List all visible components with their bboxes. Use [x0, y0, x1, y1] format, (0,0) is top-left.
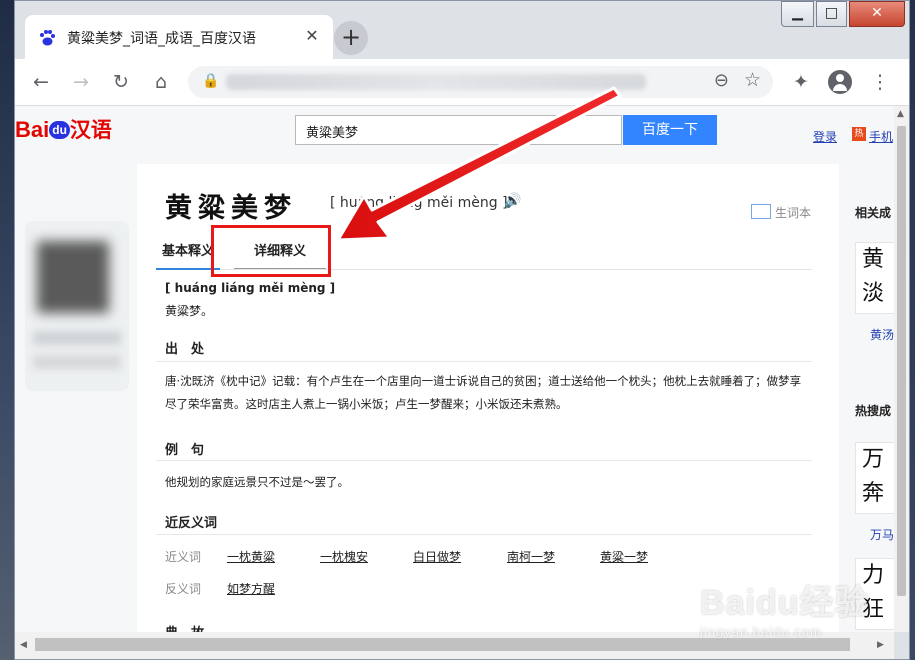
scroll-up-icon[interactable]: ▲: [897, 109, 904, 119]
horizontal-scroll-thumb[interactable]: [35, 638, 850, 651]
antonym-label: 反义词: [165, 582, 202, 596]
logo-hanyu: 汉语: [69, 119, 112, 142]
card-char: 黄: [862, 247, 885, 272]
blurred-text: [33, 355, 121, 369]
idiom-card[interactable]: 黄 淡: [855, 242, 894, 314]
related-heading: 近反义词: [165, 516, 218, 531]
card-char: 万: [862, 447, 885, 472]
forward-icon[interactable]: →: [67, 68, 95, 96]
search-button[interactable]: 百度一下: [623, 115, 717, 145]
extensions-puzzle-icon[interactable]: ✦: [787, 68, 815, 96]
entry-word: 黄粱美梦: [165, 193, 297, 224]
antonym-link[interactable]: 如梦方醒: [227, 580, 275, 597]
blurred-url: [226, 74, 646, 90]
idiom-link[interactable]: 黄汤: [870, 326, 894, 343]
synonym-link[interactable]: 一枕槐安: [320, 548, 368, 565]
tab-title: 黄粱美梦_词语_成语_百度汉语: [67, 31, 256, 47]
add-vocab-label: 生词本: [775, 206, 812, 220]
login-link[interactable]: 登录: [813, 128, 837, 145]
baidu-paw-icon: [40, 30, 55, 46]
tab-strip: 黄粱美梦_词语_成语_百度汉语 ✕ + ▁ □ ✕: [15, 1, 909, 59]
close-window-button[interactable]: ✕: [849, 1, 905, 27]
browser-toolbar: ← → ↻ ⌂ 🔒 ⊖ ☆ ✦ ⋮: [15, 59, 909, 106]
idiom-card[interactable]: 万 奔: [855, 442, 894, 514]
scroll-left-icon[interactable]: ◀: [20, 640, 27, 650]
hot-badge-icon: 热: [852, 127, 866, 141]
bookmark-star-icon[interactable]: ☆: [744, 69, 761, 91]
baidu-hanyu-logo[interactable]: Bai du 汉语: [15, 114, 112, 144]
back-icon[interactable]: ←: [27, 68, 55, 96]
vocab-book-icon: [751, 204, 771, 219]
example-heading: 例 句: [165, 443, 205, 458]
blurred-qr-code: [37, 241, 109, 313]
entry-pinyin: [ huáng liáng měi mèng ]: [330, 195, 508, 211]
annotation-highlight-box: [211, 225, 331, 277]
profile-avatar-icon[interactable]: [828, 70, 852, 94]
synonym-link[interactable]: 黄粱一梦: [600, 548, 648, 565]
divider: [156, 460, 812, 461]
synonym-link[interactable]: 南柯一梦: [507, 548, 555, 565]
add-vocab-button[interactable]: 生词本: [751, 204, 811, 221]
divider: [156, 534, 812, 535]
card-char: 奔: [862, 481, 885, 506]
divider: [156, 361, 812, 362]
mobile-link[interactable]: 手机: [869, 128, 893, 145]
maximize-button[interactable]: □: [816, 1, 847, 27]
desktop-background-left: [0, 0, 14, 660]
speaker-icon[interactable]: 🔊: [504, 193, 521, 209]
example-text: 他规划的家庭远景只不过是～罢了。: [165, 475, 349, 489]
related-idioms-heading: 相关成: [855, 206, 892, 220]
baidu-jingyan-watermark: Baidu经验 jingyan.baidu.com: [700, 575, 869, 639]
minimize-button[interactable]: ▁: [781, 1, 814, 27]
blurred-text: [33, 331, 121, 345]
card-char: 淡: [862, 281, 885, 306]
menu-kebab-icon[interactable]: ⋮: [866, 68, 894, 96]
logo-bai: Bai: [15, 117, 50, 142]
home-icon[interactable]: ⌂: [147, 68, 175, 96]
web-page: Bai du 汉语 黄粱美梦 百度一下 登录 热 手机 黄粱美梦 [ huáng l…: [15, 106, 894, 632]
close-tab-icon[interactable]: ✕: [301, 25, 323, 47]
blurred-qr-panel: [25, 221, 129, 391]
synonym-label: 近义词: [165, 550, 202, 564]
logo-du-paw: du: [49, 121, 70, 139]
story-heading: 典 故: [165, 622, 204, 632]
hot-idioms-heading: 热搜成: [855, 404, 892, 418]
vertical-scrollbar[interactable]: ▲: [894, 106, 909, 632]
scroll-right-icon[interactable]: ▶: [877, 640, 884, 650]
browser-window: 黄粱美梦_词语_成语_百度汉语 ✕ + ▁ □ ✕ ← → ↻ ⌂ 🔒 ⊖ ☆ …: [14, 0, 910, 660]
watermark-url: jingyan.baidu.com: [700, 624, 822, 639]
browser-tab[interactable]: 黄粱美梦_词语_成语_百度汉语 ✕: [25, 15, 333, 59]
synonym-link[interactable]: 白日做梦: [413, 548, 461, 565]
origin-heading: 出 处: [165, 342, 205, 357]
lock-icon: 🔒: [202, 73, 220, 89]
new-tab-button[interactable]: +: [334, 21, 368, 55]
vertical-scroll-thumb[interactable]: [897, 126, 906, 596]
origin-text: 唐·沈既济《枕中记》记载：有个卢生在一个店里向一道士诉说自己的贫困；道士送给他一…: [165, 374, 802, 411]
watermark-title: Baidu经验: [700, 584, 870, 622]
zoom-icon[interactable]: ⊖: [714, 70, 729, 91]
definition-text: 黄粱梦。: [165, 304, 214, 318]
definition-pinyin: [ huáng liáng měi mèng ]: [165, 281, 336, 295]
address-bar[interactable]: 🔒 ⊖ ☆: [188, 66, 773, 98]
synonym-link[interactable]: 一枕黄粱: [227, 548, 275, 565]
idiom-link[interactable]: 万马: [870, 526, 894, 543]
search-input[interactable]: 黄粱美梦: [295, 115, 622, 145]
reload-icon[interactable]: ↻: [107, 68, 135, 96]
